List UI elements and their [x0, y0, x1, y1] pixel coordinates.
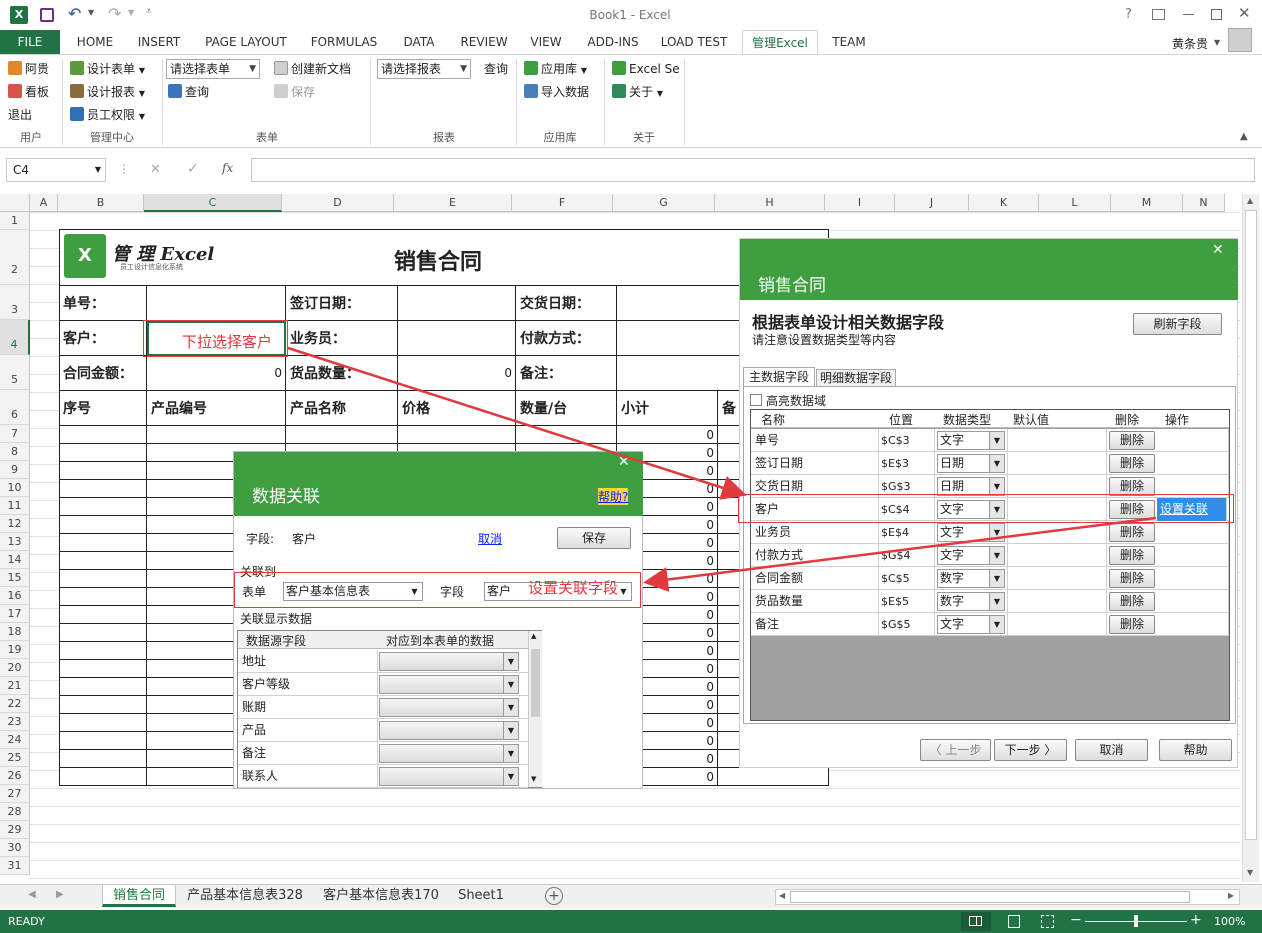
- normal-view-icon[interactable]: [961, 912, 991, 931]
- page-layout-view-icon[interactable]: [1008, 915, 1020, 928]
- add-sheet-icon[interactable]: +: [545, 887, 563, 905]
- prev-sheet-icon[interactable]: ◀: [28, 889, 36, 900]
- scroll-down-icon[interactable]: ▼: [1247, 868, 1253, 877]
- scroll-right-icon[interactable]: ▶: [1228, 891, 1234, 900]
- page-break-view-icon[interactable]: [1041, 915, 1054, 928]
- status-ready: READY: [8, 915, 45, 928]
- scroll-left-icon[interactable]: ◀: [779, 891, 785, 900]
- sheet-tab-customer-info[interactable]: 客户基本信息表170: [316, 885, 446, 907]
- status-bar: READY − + 100%: [0, 910, 1262, 933]
- arrow-to-link-dialog: [643, 516, 1157, 592]
- sheet-tab-sales-contract[interactable]: 销售合同: [102, 885, 176, 907]
- vertical-scrollbar[interactable]: ▲ ▼: [1242, 194, 1259, 882]
- sheet-tab-sheet1[interactable]: Sheet1: [452, 885, 510, 907]
- zoom-out-icon[interactable]: −: [1070, 912, 1082, 928]
- next-sheet-icon[interactable]: ▶: [56, 889, 64, 900]
- vertical-scroll-thumb[interactable]: [1245, 210, 1257, 840]
- zoom-in-icon[interactable]: +: [1190, 912, 1202, 928]
- zoom-level[interactable]: 100%: [1214, 915, 1245, 928]
- annotation-arrows: [287, 346, 1157, 592]
- scroll-up-icon[interactable]: ▲: [1247, 196, 1253, 205]
- zoom-slider-thumb[interactable]: [1134, 915, 1138, 927]
- sheet-tab-product-info[interactable]: 产品基本信息表328: [180, 885, 310, 907]
- horizontal-scroll-thumb[interactable]: [790, 891, 1190, 903]
- sheet-tabs-bar: ◀ ▶ 销售合同 产品基本信息表328 客户基本信息表170 Sheet1 + …: [0, 884, 1262, 908]
- arrow-to-design-dialog: [287, 346, 747, 500]
- horizontal-scrollbar[interactable]: ◀ ▶: [775, 889, 1240, 905]
